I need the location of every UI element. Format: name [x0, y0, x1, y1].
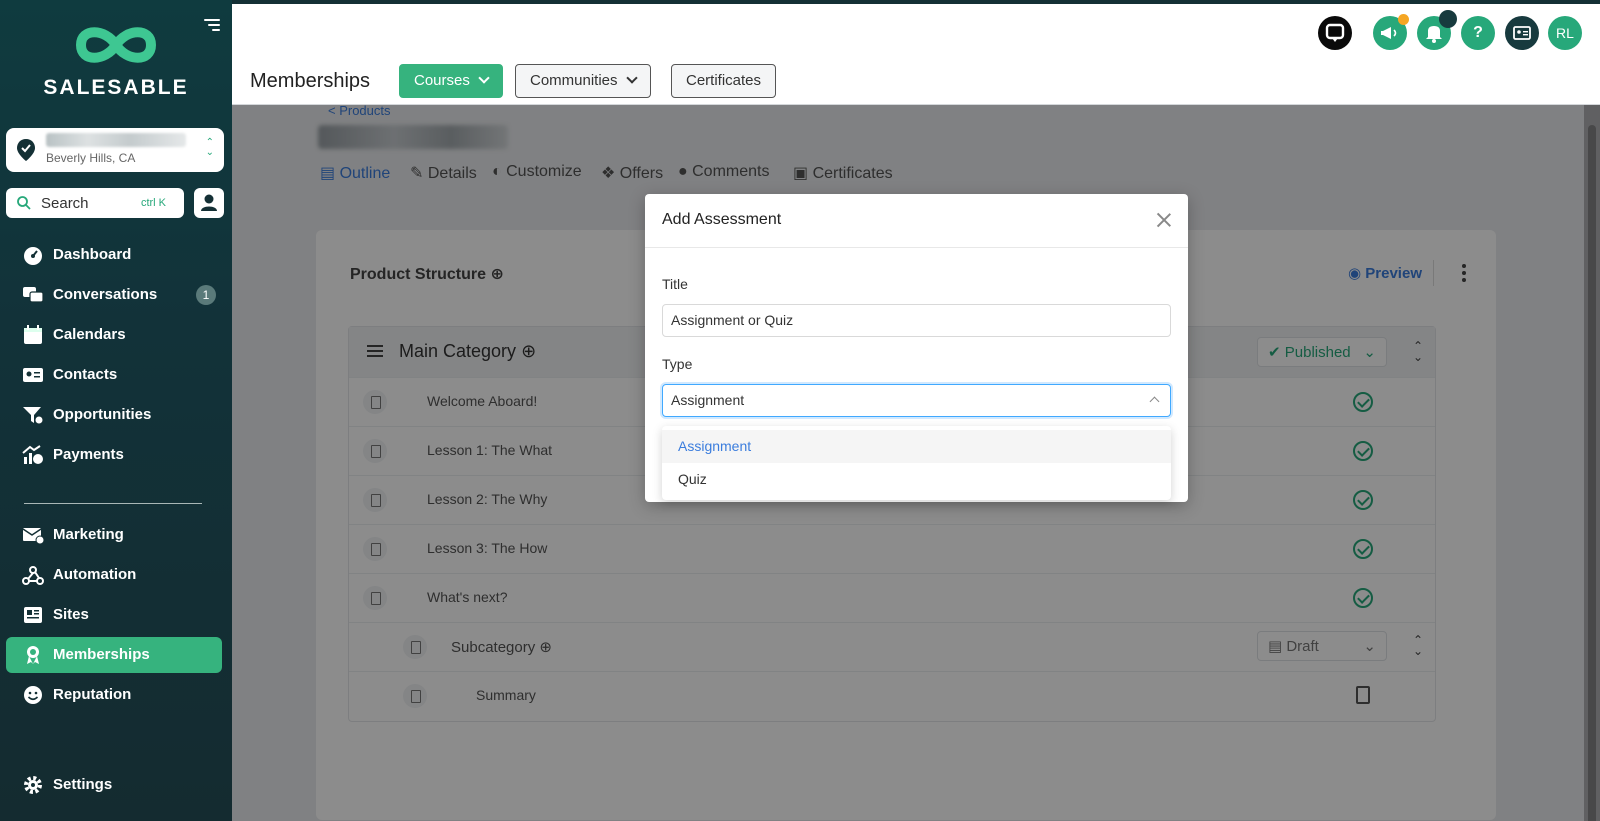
option-quiz[interactable]: Quiz — [662, 463, 1171, 496]
avatar-initials: RL — [1556, 25, 1574, 41]
sidebar-item-label: Conversations — [53, 286, 158, 303]
sidebar-item-label: Settings — [53, 776, 113, 793]
location-switcher[interactable]: Beverly Hills, CA ⌃ ⌄ — [6, 128, 224, 172]
sidebar-item-reputation[interactable]: Reputation — [6, 677, 222, 713]
user-profile-button[interactable] — [194, 188, 224, 218]
search-label: Search — [41, 195, 89, 212]
communities-label: Communities — [530, 72, 618, 89]
search-shortcut: ctrl K — [140, 197, 166, 209]
chevron-down-icon — [625, 72, 638, 84]
help-icon: ? — [1473, 24, 1483, 41]
sidebar-item-memberships[interactable]: Memberships — [6, 637, 222, 673]
certificates-button[interactable]: Certificates — [671, 64, 777, 98]
sidebar-item-calendars[interactable]: Calendars — [6, 317, 222, 353]
courses-dropdown-button[interactable]: Courses — [399, 64, 503, 98]
search-button[interactable]: Search ctrl K — [6, 188, 184, 218]
contact-card-icon — [23, 368, 43, 382]
sidebar-divider — [24, 503, 202, 504]
webhook-icon — [22, 566, 44, 585]
sidebar-item-label: Calendars — [53, 326, 126, 343]
chevron-updown-icon: ⌃ ⌄ — [205, 137, 214, 158]
chevron-down-icon — [478, 72, 490, 84]
brand-name: SALESABLE — [43, 76, 189, 99]
sidebar-item-label: Memberships — [53, 646, 150, 663]
chat-widget-button[interactable] — [1318, 16, 1352, 50]
memberships-header: Memberships Courses Communities Certific… — [232, 58, 1600, 105]
sidebar-item-automation[interactable]: Automation — [6, 557, 222, 593]
sidebar-item-sites[interactable]: Sites — [6, 597, 222, 633]
envelope-icon — [22, 528, 44, 545]
help-button[interactable]: ? — [1461, 16, 1495, 50]
sidebar: SALESABLE Beverly Hills, CA ⌃ ⌄ Search ct… — [0, 0, 232, 821]
id-card-button[interactable] — [1505, 16, 1539, 50]
unread-count-badge: 1 — [196, 285, 216, 305]
user-avatar[interactable]: RL — [1548, 16, 1582, 50]
search-icon — [17, 196, 31, 210]
title-label: Title — [662, 276, 688, 292]
infinity-logo-icon — [75, 27, 157, 63]
location-name-redacted — [46, 133, 186, 147]
message-icon — [1325, 23, 1345, 42]
close-icon[interactable] — [1156, 212, 1172, 228]
dashboard-icon — [24, 247, 42, 265]
page-title: Memberships — [250, 70, 371, 92]
sites-icon — [24, 607, 42, 623]
top-bar: ? RL — [232, 0, 1600, 58]
sidebar-item-conversations[interactable]: Conversations 1 — [6, 277, 222, 313]
sidebar-item-marketing[interactable]: Marketing — [6, 517, 222, 553]
notifications-button[interactable] — [1417, 10, 1457, 50]
payments-icon — [22, 445, 43, 464]
location-city: Beverly Hills, CA — [46, 151, 136, 165]
sidebar-item-dashboard[interactable]: Dashboard — [6, 237, 222, 273]
modal-title: Add Assessment — [662, 211, 782, 228]
sidebar-item-settings[interactable]: Settings — [6, 767, 222, 803]
sidebar-item-label: Opportunities — [53, 406, 152, 423]
title-input-placeholder: Assignment or Quiz — [671, 312, 794, 328]
sidebar-item-opportunities[interactable]: Opportunities — [6, 397, 222, 433]
sidebar-item-label: Marketing — [53, 526, 124, 543]
scrollbar[interactable] — [1584, 105, 1600, 821]
type-select[interactable]: Assignment — [662, 384, 1171, 417]
smiley-icon — [24, 686, 42, 704]
type-dropdown-menu: Assignment Quiz — [662, 426, 1171, 500]
courses-label: Courses — [414, 72, 470, 89]
chat-icon — [23, 287, 44, 303]
user-icon — [201, 194, 217, 211]
sidebar-item-payments[interactable]: Payments — [6, 437, 222, 473]
announcements-button[interactable] — [1373, 14, 1409, 50]
type-select-value: Assignment — [671, 392, 745, 408]
sidebar-item-label: Payments — [53, 446, 124, 463]
gear-icon — [24, 776, 42, 794]
sidebar-item-label: Reputation — [53, 686, 132, 703]
collapse-sidebar-button[interactable] — [204, 16, 222, 34]
option-assignment[interactable]: Assignment — [662, 430, 1171, 463]
sidebar-item-label: Contacts — [53, 366, 118, 383]
communities-dropdown-button[interactable]: Communities — [515, 64, 651, 98]
calendar-icon — [24, 325, 42, 344]
app: SALESABLE Beverly Hills, CA ⌃ ⌄ Search ct… — [0, 0, 1600, 821]
type-label: Type — [662, 356, 693, 372]
id-card-icon — [1513, 26, 1531, 40]
sidebar-item-label: Dashboard — [53, 246, 132, 263]
sidebar-item-label: Sites — [53, 606, 89, 623]
award-icon — [27, 646, 39, 664]
chevron-up-icon — [1149, 396, 1160, 407]
title-input[interactable]: Assignment or Quiz — [662, 304, 1171, 337]
notification-dot — [1398, 14, 1409, 25]
sidebar-item-contacts[interactable]: Contacts — [6, 357, 222, 393]
sidebar-item-label: Automation — [53, 566, 137, 583]
modal-header: Add Assessment — [645, 194, 1188, 248]
location-pin-icon — [17, 139, 35, 161]
notification-count-dot — [1439, 10, 1457, 28]
logo[interactable]: SALESABLE — [0, 20, 232, 100]
funnel-icon — [23, 407, 44, 425]
certificates-label: Certificates — [686, 72, 762, 89]
